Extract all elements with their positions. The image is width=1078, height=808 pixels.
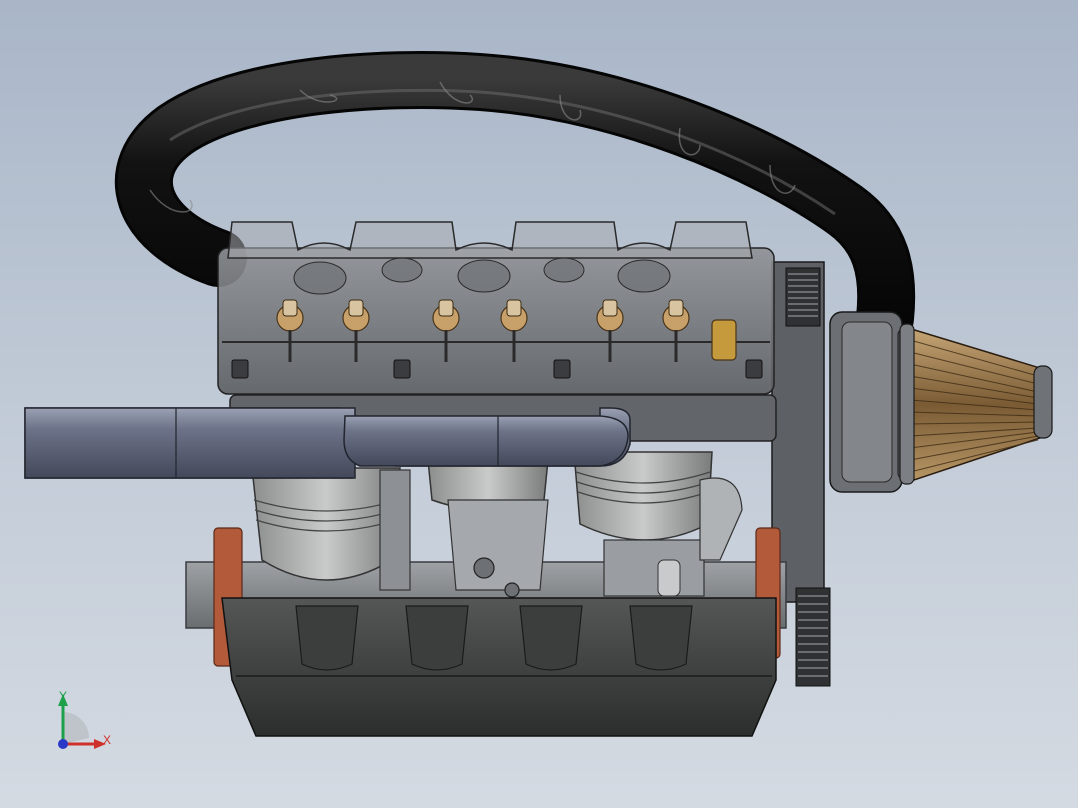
air-filter[interactable] bbox=[899, 323, 1053, 485]
piston-1[interactable] bbox=[251, 467, 401, 581]
connecting-rod-2[interactable] bbox=[447, 499, 549, 598]
view-triad: Y X bbox=[58, 689, 111, 749]
connecting-rod-1[interactable] bbox=[379, 469, 411, 591]
cad-viewport[interactable]: Y X bbox=[0, 0, 1078, 808]
engine-model-view[interactable]: Y X bbox=[0, 0, 1078, 808]
triad-y-label: Y bbox=[59, 689, 67, 703]
oil-pan[interactable] bbox=[221, 597, 777, 737]
triad-x-label: X bbox=[103, 733, 111, 747]
